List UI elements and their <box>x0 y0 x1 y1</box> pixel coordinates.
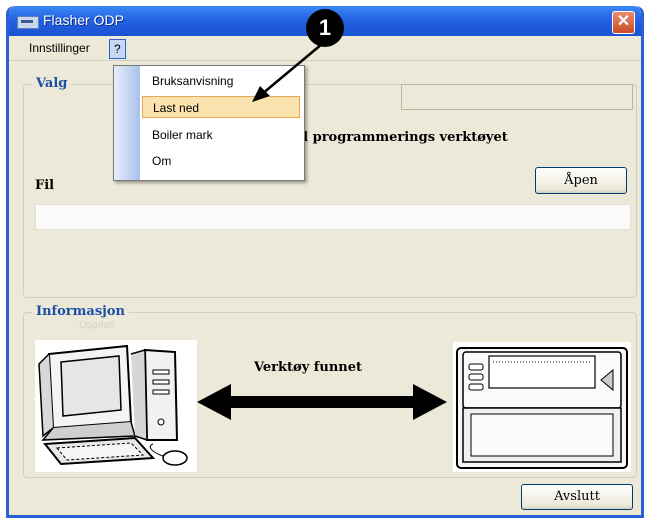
callout-arrow-icon <box>252 43 323 102</box>
menu-innstillinger[interactable]: Innstillinger <box>25 39 94 57</box>
menu-help[interactable]: ? <box>109 39 126 59</box>
valg-legend: Valg <box>32 76 72 91</box>
window-title: Flasher ODP <box>43 12 124 28</box>
device-illustration <box>453 342 631 472</box>
menu-item-boiler-mark[interactable]: Boiler mark <box>142 124 300 146</box>
exit-button[interactable]: Avslutt <box>521 484 633 510</box>
ghost-text: Oppdatt <box>79 320 115 331</box>
status-box <box>401 84 633 110</box>
computer-illustration <box>35 340 197 472</box>
fil-label: Fil <box>35 178 55 193</box>
callout-badge: 1 <box>306 9 344 47</box>
menu-item-om[interactable]: Om <box>142 150 300 172</box>
open-button[interactable]: Åpen <box>535 167 627 194</box>
double-arrow-icon <box>197 384 447 420</box>
info-legend: Informasjon <box>32 304 129 319</box>
programming-text: d programmerings verktøyet <box>299 130 508 145</box>
close-button[interactable]: ✕ <box>612 11 635 34</box>
status-label: Verktøy funnet <box>254 360 362 375</box>
app-icon <box>17 16 39 29</box>
file-path-field[interactable] <box>35 204 631 230</box>
